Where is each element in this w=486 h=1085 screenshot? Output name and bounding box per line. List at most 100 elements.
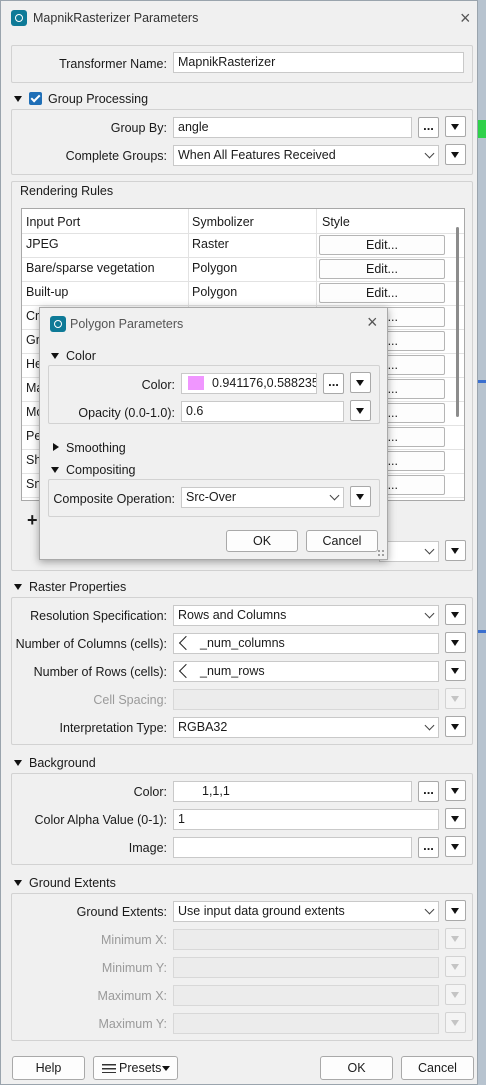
interpretation-menu-button[interactable]	[445, 716, 466, 737]
smoothing-section-header[interactable]: Smoothing	[53, 441, 126, 455]
image-label: Image:	[128, 841, 167, 855]
help-button[interactable]: Help	[12, 1056, 85, 1080]
edit-style-button[interactable]: Edit...	[319, 259, 445, 279]
alpha-menu-button[interactable]	[445, 808, 466, 829]
max-x-label: Maximum X:	[97, 989, 167, 1003]
close-icon[interactable]: ×	[460, 9, 471, 27]
background-header[interactable]: Background	[14, 756, 96, 770]
interpretation-select[interactable]: RGBA32	[173, 717, 439, 738]
dropdown-arrow-icon	[451, 908, 459, 914]
compositing-section-header[interactable]: Compositing	[51, 463, 135, 477]
rows-input[interactable]: _num_rows	[173, 661, 439, 682]
dropdown-arrow-icon	[451, 124, 459, 130]
raster-properties-header[interactable]: Raster Properties	[14, 580, 126, 594]
collapse-caret-icon[interactable]	[14, 880, 22, 886]
image-input[interactable]	[173, 837, 412, 858]
composite-operation-menu-button[interactable]	[350, 486, 371, 507]
rows-menu-button[interactable]	[445, 660, 466, 681]
symbolizer-cell: Polygon	[192, 261, 238, 275]
opacity-input[interactable]: 0.6	[181, 401, 344, 422]
column-header-style: Style	[322, 215, 350, 229]
complete-groups-menu-button[interactable]	[445, 144, 466, 165]
group-by-menu-button[interactable]	[445, 116, 466, 137]
chevron-down-icon	[424, 720, 435, 731]
ground-extents-menu-button[interactable]	[445, 900, 466, 921]
chevron-down-icon	[329, 490, 340, 501]
complete-groups-select[interactable]: When All Features Received	[173, 145, 439, 166]
edit-style-button[interactable]: Edit...	[319, 283, 445, 303]
app-icon	[11, 10, 27, 26]
add-row-icon[interactable]: +	[27, 510, 38, 531]
image-menu-button[interactable]	[445, 836, 466, 857]
table-scrollbar[interactable]	[456, 227, 459, 417]
collapse-caret-icon[interactable]	[14, 584, 22, 590]
ground-extents-select[interactable]: Use input data ground extents	[173, 901, 439, 922]
composite-operation-label: Composite Operation:	[53, 492, 175, 506]
color-swatch	[178, 784, 194, 798]
presets-button[interactable]: Presets	[93, 1056, 178, 1080]
table-row[interactable]: JPEG Raster Edit...	[22, 233, 464, 258]
color-swatch	[188, 376, 204, 390]
ground-extents-label: Ground Extents:	[76, 905, 167, 919]
min-x-input	[173, 929, 439, 950]
group-by-input[interactable]: angle	[173, 117, 412, 138]
bg-color-picker-button[interactable]: ...	[418, 781, 439, 802]
dropdown-arrow-icon	[451, 152, 459, 158]
collapse-caret-icon[interactable]	[51, 467, 59, 473]
color-section-header[interactable]: Color	[51, 349, 96, 363]
collapse-caret-icon[interactable]	[51, 353, 59, 359]
symbolizer-cell: Polygon	[192, 285, 238, 299]
dialog-ok-button[interactable]: OK	[226, 530, 298, 552]
min-y-input	[173, 957, 439, 978]
bg-color-menu-button[interactable]	[445, 780, 466, 801]
image-browse-button[interactable]: ...	[418, 837, 439, 858]
resolution-select[interactable]: Rows and Columns	[173, 605, 439, 626]
rendering-menu-button[interactable]	[445, 540, 466, 561]
dropdown-arrow-icon	[451, 640, 459, 646]
interpretation-label: Interpretation Type:	[59, 721, 167, 735]
edit-style-button[interactable]: Edit...	[319, 235, 445, 255]
background-app-edge	[478, 120, 486, 138]
expand-caret-icon[interactable]	[53, 443, 59, 451]
dialog-close-icon[interactable]: ×	[367, 313, 378, 331]
input-port-cell: Built-up	[26, 285, 69, 299]
columns-menu-button[interactable]	[445, 632, 466, 653]
collapse-caret-icon[interactable]	[14, 760, 22, 766]
alpha-input[interactable]: 1	[173, 809, 439, 830]
window-title: MapnikRasterizer Parameters	[33, 11, 199, 25]
polygon-color-picker-button[interactable]: ...	[323, 373, 344, 394]
resolution-menu-button[interactable]	[445, 604, 466, 625]
resize-grip[interactable]	[377, 549, 385, 557]
min-y-menu-button	[445, 956, 466, 977]
opacity-menu-button[interactable]	[350, 400, 371, 421]
composite-operation-select[interactable]: Src-Over	[181, 487, 344, 508]
attribute-icon	[178, 665, 194, 677]
ground-extents-header[interactable]: Ground Extents	[14, 876, 116, 890]
polygon-color-menu-button[interactable]	[350, 372, 371, 393]
max-x-input	[173, 985, 439, 1006]
dropdown-arrow-icon	[451, 992, 459, 998]
rendering-hidden-select[interactable]	[379, 541, 439, 562]
bg-color-input[interactable]: 1,1,1	[173, 781, 412, 802]
table-row[interactable]: Bare/sparse vegetation Polygon Edit...	[22, 257, 464, 282]
transformer-name-input[interactable]: MapnikRasterizer	[173, 52, 464, 73]
group-processing-header[interactable]: Group Processing	[14, 92, 148, 106]
table-header-row: Input Port Symbolizer Style	[22, 209, 464, 234]
dropdown-arrow-icon	[451, 964, 459, 970]
background-app-edge	[478, 380, 486, 383]
columns-input[interactable]: _num_columns	[173, 633, 439, 654]
table-row[interactable]: Built-up Polygon Edit...	[22, 281, 464, 306]
dropdown-arrow-icon	[451, 936, 459, 942]
collapse-caret-icon[interactable]	[14, 96, 22, 102]
parameters-window: MapnikRasterizer Parameters × Transforme…	[0, 0, 478, 1085]
ok-button[interactable]: OK	[320, 1056, 393, 1080]
cancel-button[interactable]: Cancel	[401, 1056, 474, 1080]
symbolizer-cell: Raster	[192, 237, 229, 251]
rows-label: Number of Rows (cells):	[33, 665, 167, 679]
dropdown-arrow-icon	[162, 1066, 170, 1071]
group-by-browse-button[interactable]: ...	[418, 117, 439, 138]
complete-groups-label: Complete Groups:	[65, 149, 167, 163]
polygon-color-input[interactable]: 0.941176,0.588235,1	[181, 373, 317, 394]
dialog-cancel-button[interactable]: Cancel	[306, 530, 378, 552]
group-processing-checkbox[interactable]	[29, 92, 42, 105]
